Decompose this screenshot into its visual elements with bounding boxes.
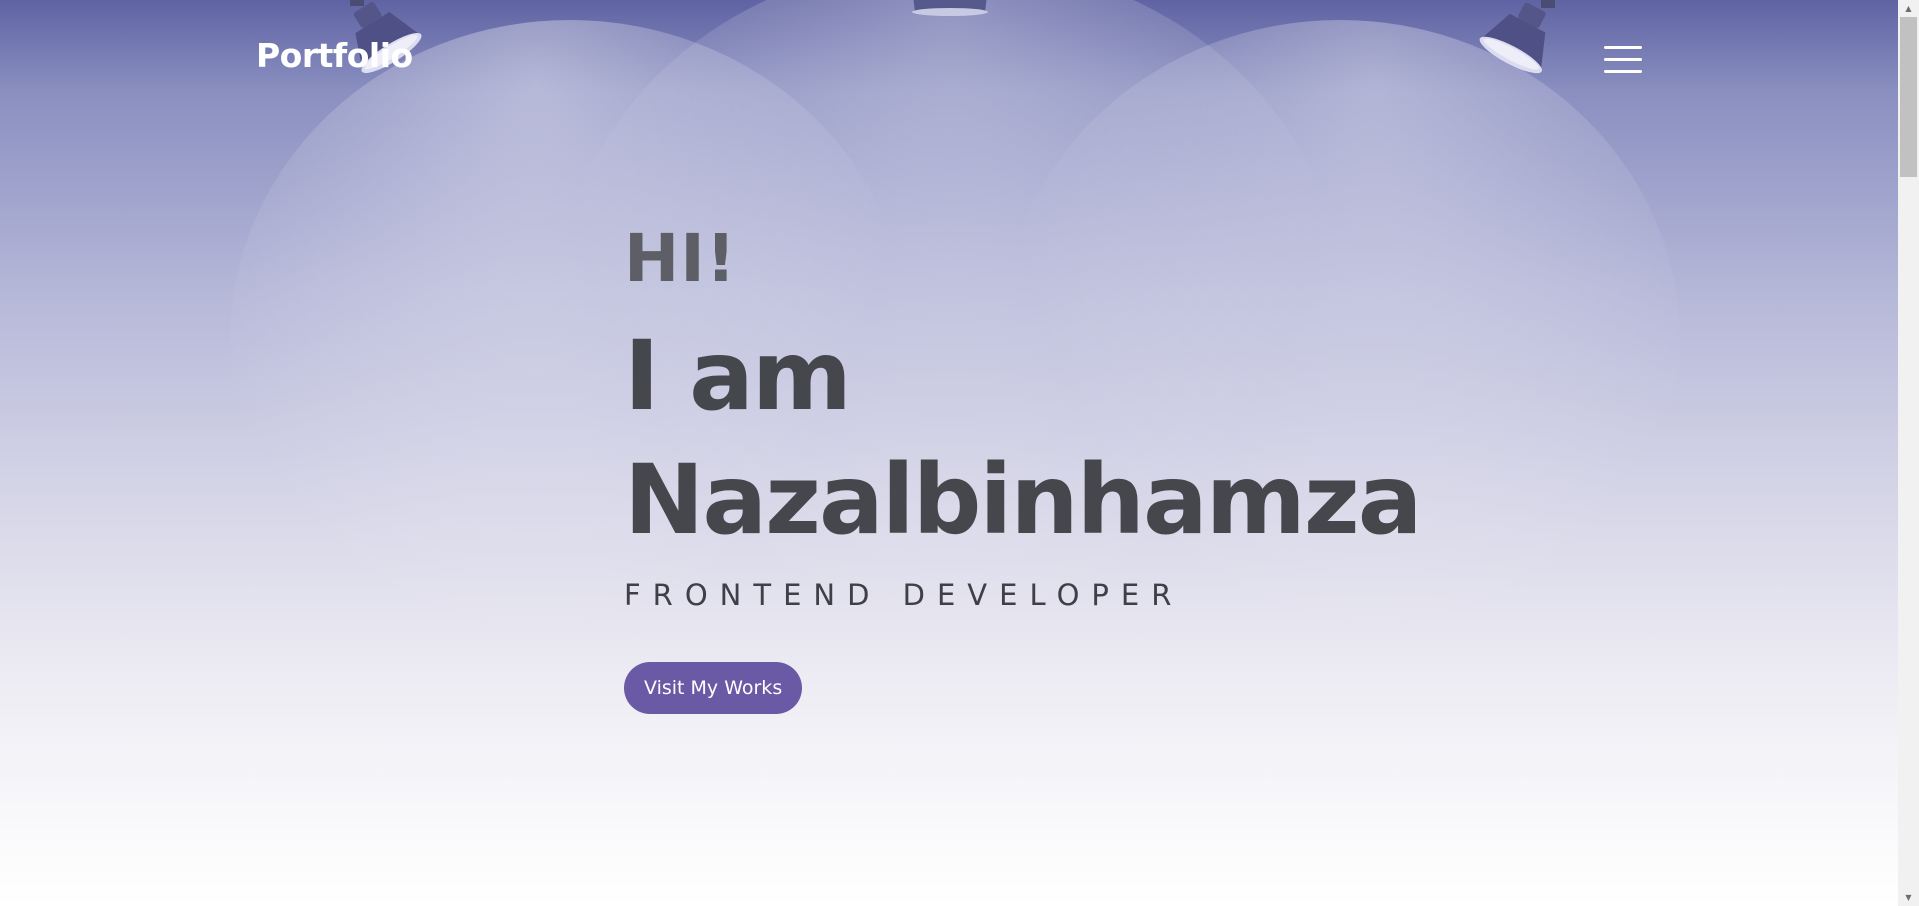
hero-greeting: HI! <box>624 220 737 297</box>
hero-role: FRONTEND DEVELOPER <box>624 578 1184 612</box>
hero-section: Portfolio HI! I am Nazalbinhamza FRONTEN… <box>0 0 1898 906</box>
hero-title-line1: I am <box>624 320 852 432</box>
visit-my-works-button[interactable]: Visit My Works <box>624 662 803 714</box>
hero-title-name: Nazalbinhamza <box>624 444 1422 556</box>
menu-button[interactable] <box>1604 46 1642 74</box>
hamburger-menu-icon-bar <box>1604 58 1642 61</box>
hero-title: I am Nazalbinhamza <box>624 314 1524 562</box>
scrollbar-thumb[interactable] <box>1900 17 1917 177</box>
hamburger-menu-icon <box>1604 46 1642 49</box>
scroll-up-arrow-icon[interactable]: ▲ <box>1898 0 1919 17</box>
vertical-scrollbar[interactable]: ▲ ▼ <box>1898 0 1919 906</box>
hero-content: HI! I am Nazalbinhamza FRONTEND DEVELOPE… <box>624 214 1524 714</box>
hamburger-menu-icon-bar <box>1604 70 1642 73</box>
scroll-down-arrow-icon[interactable]: ▼ <box>1898 889 1919 906</box>
site-logo[interactable]: Portfolio <box>256 36 413 75</box>
navbar: Portfolio <box>0 0 1898 120</box>
